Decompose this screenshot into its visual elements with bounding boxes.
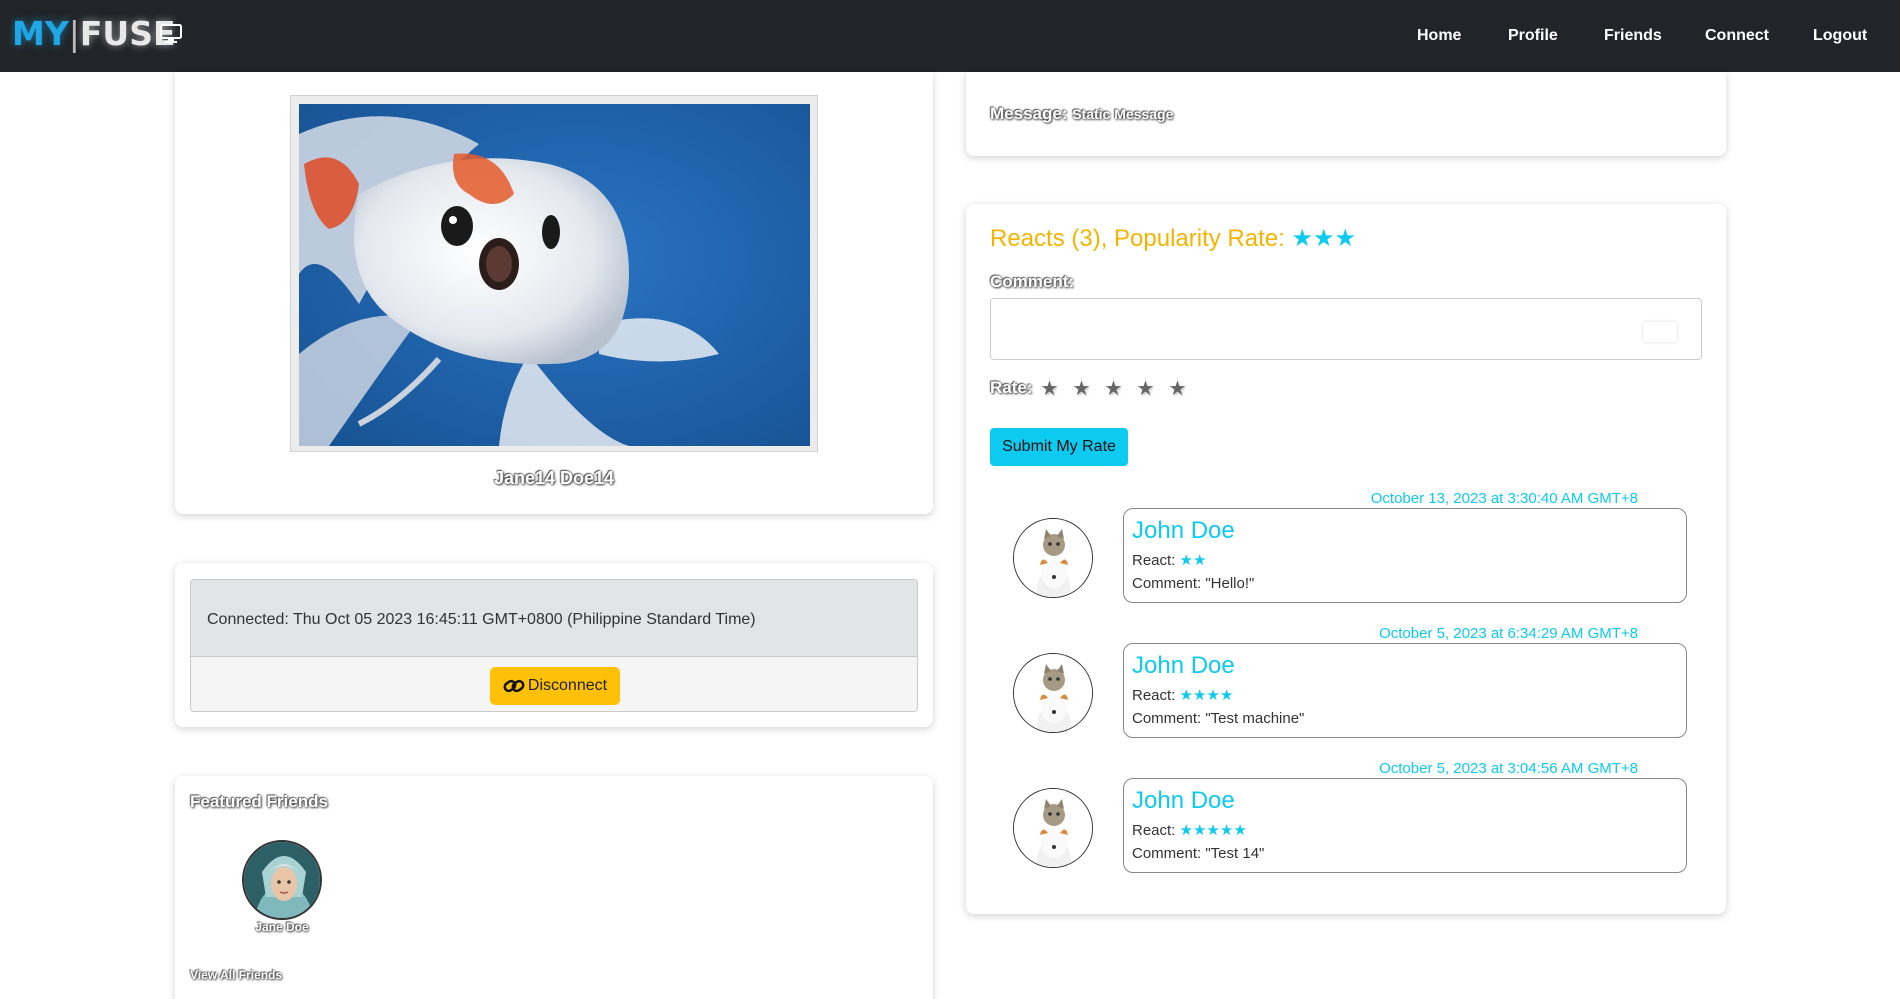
comment-item: October 13, 2023 at 3:30:40 AM GMT+8 Joh… [966, 490, 1726, 610]
message-row: Message: Static Message [990, 104, 1173, 124]
comment-date: October 5, 2023 at 3:04:56 AM GMT+8 [1379, 760, 1638, 777]
commenter-name[interactable]: John Doe [1132, 517, 1235, 545]
rate-star-5[interactable]: ★ [1169, 376, 1201, 401]
message-label: Message: [990, 104, 1068, 123]
rate-row: Rate: ★ ★ ★ ★ ★ [990, 376, 1201, 400]
comment-react-stars: ★★ [1179, 552, 1207, 569]
friend-name: Jane Doe [255, 920, 309, 934]
profile-photo-card: Jane14 Doe14 [175, 72, 933, 514]
comment-label: Comment: [990, 272, 1075, 291]
nav-logout[interactable]: Logout [1813, 0, 1867, 72]
message-card: Message: Static Message [966, 72, 1726, 156]
comment-text: Comment: "Test 14" [1132, 845, 1265, 862]
submit-rate-button[interactable]: Submit My Rate [990, 428, 1128, 466]
link-icon [503, 679, 525, 693]
disconnect-label: Disconnect [527, 677, 608, 694]
commenter-name[interactable]: John Doe [1132, 787, 1235, 815]
comment-react: React: ★★★★★ [1132, 821, 1247, 839]
commenter-avatar-image [1014, 519, 1092, 597]
rate-star-3[interactable]: ★ [1105, 376, 1137, 401]
comment-react-label: React: [1132, 822, 1176, 839]
brand-separator: | [68, 14, 80, 53]
comment-item: October 5, 2023 at 3:04:56 AM GMT+8 John… [966, 760, 1726, 880]
message-value: Static Message [1072, 106, 1174, 122]
rate-star-4[interactable]: ★ [1137, 376, 1169, 401]
comment-react-stars: ★★★★★ [1179, 822, 1247, 839]
nav-friends[interactable]: Friends [1604, 0, 1662, 72]
comment-react-label: React: [1132, 687, 1176, 704]
commenter-avatar [1013, 518, 1093, 598]
comment-react: React: ★★★★ [1132, 686, 1233, 704]
connection-box: Connected: Thu Oct 05 2023 16:45:11 GMT+… [190, 579, 918, 712]
friend-avatar-image [244, 842, 320, 918]
view-all-friends-link[interactable]: View All Friends [190, 968, 282, 982]
connection-header: Connected: Thu Oct 05 2023 16:45:11 GMT+… [191, 580, 917, 657]
comment-react-label: React: [1132, 552, 1176, 569]
rate-star-2[interactable]: ★ [1073, 376, 1105, 401]
nav-connect[interactable]: Connect [1705, 0, 1769, 72]
commenter-name[interactable]: John Doe [1132, 652, 1235, 680]
friend-avatar [242, 840, 322, 920]
brand-logo[interactable]: MY|FUSE [12, 14, 176, 54]
comment-bubble: John Doe React: ★★★★ Comment: "Test mach… [1123, 643, 1687, 738]
rate-label: Rate: [990, 378, 1033, 397]
comment-text: Comment: "Hello!" [1132, 575, 1255, 592]
comment-input-overlay [1643, 322, 1677, 342]
rate-star-1[interactable]: ★ [1041, 376, 1073, 401]
reacts-title: Reacts (3), Popularity Rate: ★★★ [990, 224, 1356, 253]
featured-friends-title: Featured Friends [190, 792, 328, 811]
profile-owner-name: Jane14 Doe14 [493, 468, 615, 488]
comment-bubble: John Doe React: ★★★★★ Comment: "Test 14" [1123, 778, 1687, 873]
monitor-icon [160, 24, 182, 43]
comment-react: React: ★★ [1132, 551, 1206, 569]
featured-friends-card: Featured Friends Jane Doe View All Frien… [175, 776, 933, 999]
nav-profile[interactable]: Profile [1508, 0, 1558, 72]
commenter-avatar-image [1014, 789, 1092, 867]
disconnect-button[interactable]: Disconnect [490, 667, 620, 705]
comment-react-stars: ★★★★ [1179, 687, 1234, 704]
reacts-card: Reacts (3), Popularity Rate: ★★★ Comment… [966, 204, 1726, 914]
reacts-title-text: Reacts (3), Popularity Rate: [990, 225, 1285, 252]
comment-input[interactable] [990, 298, 1702, 360]
top-navbar: MY|FUSE Home Profile Friends Connect Log… [0, 0, 1900, 72]
comment-bubble: John Doe React: ★★ Comment: "Hello!" [1123, 508, 1687, 603]
comment-item: October 5, 2023 at 6:34:29 AM GMT+8 John… [966, 625, 1726, 745]
friend-item[interactable]: Jane Doe [240, 840, 324, 934]
profile-photo-frame [290, 95, 818, 452]
popularity-stars: ★★★ [1291, 225, 1357, 252]
connection-status-text: Connected: Thu Oct 05 2023 16:45:11 GMT+… [207, 611, 756, 628]
nav-home[interactable]: Home [1417, 0, 1461, 72]
brand-my: MY [12, 14, 69, 53]
connection-card: Connected: Thu Oct 05 2023 16:45:11 GMT+… [175, 563, 933, 727]
commenter-avatar [1013, 788, 1093, 868]
comment-date: October 5, 2023 at 6:34:29 AM GMT+8 [1379, 625, 1638, 642]
comment-text: Comment: "Test machine" [1132, 710, 1305, 727]
comment-date: October 13, 2023 at 3:30:40 AM GMT+8 [1370, 490, 1638, 507]
commenter-avatar-image [1014, 654, 1092, 732]
profile-photo[interactable] [299, 104, 810, 446]
commenter-avatar [1013, 653, 1093, 733]
